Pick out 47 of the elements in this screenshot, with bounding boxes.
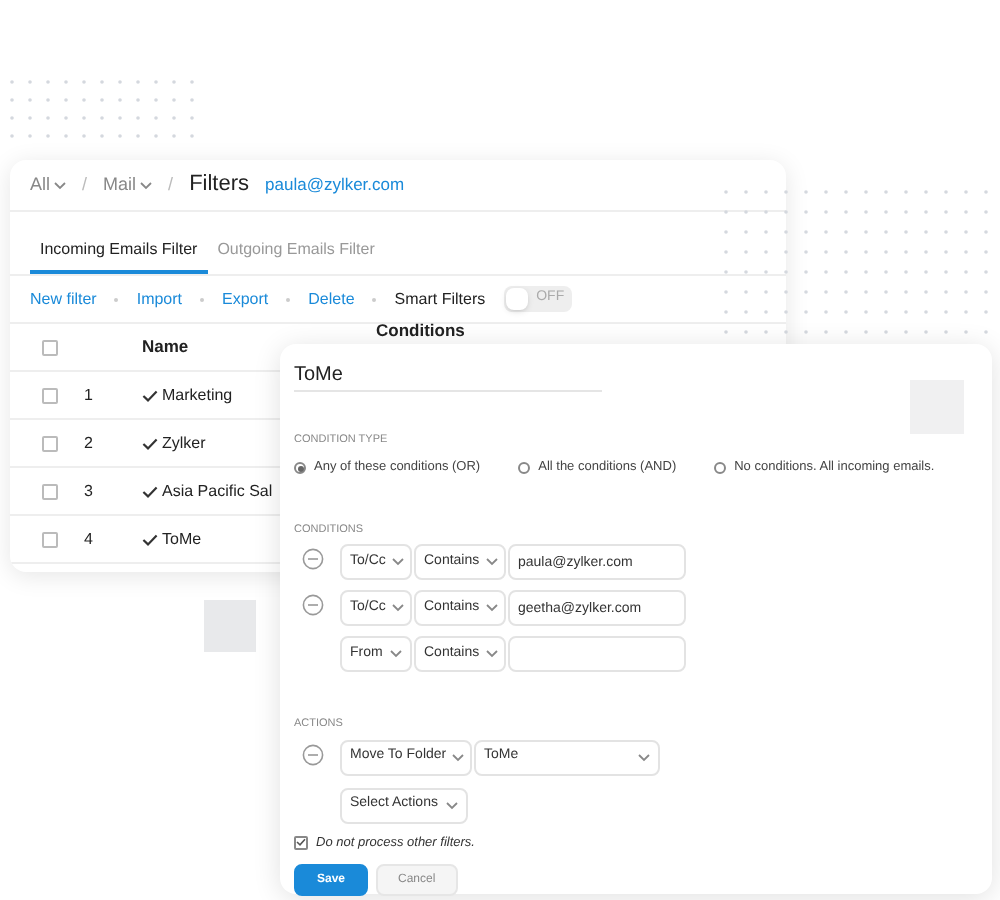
smart-filters-label: Smart Filters [394, 287, 486, 311]
filter-name[interactable]: Zylker [162, 431, 206, 455]
breadcrumb-dropdown[interactable]: All [30, 171, 67, 199]
select-all-checkbox[interactable] [42, 339, 58, 355]
filter-name-field[interactable]: ToMe [294, 360, 602, 392]
chevron-down-icon [391, 558, 404, 567]
toolbar-link[interactable]: New filter [30, 287, 97, 311]
filter-tab[interactable]: Incoming Emails Filter [30, 238, 208, 274]
chevron-down-icon [485, 650, 498, 659]
chevron-down-icon [390, 650, 402, 659]
column-header: Name [142, 334, 191, 360]
breadcrumb-dropdown[interactable]: Mail [103, 171, 153, 199]
row-number: 3 [84, 479, 95, 503]
toolbar-link[interactable]: Export [222, 287, 269, 311]
chevron-down-icon [485, 604, 498, 613]
breadcrumb-separator: / [82, 171, 88, 198]
toolbar-link[interactable]: Delete [308, 287, 355, 311]
filter-name[interactable]: Asia Pacific Sal [162, 479, 273, 503]
account-email: paula@zylker.com [265, 172, 405, 198]
chevron-down-icon [452, 753, 465, 761]
page-title: Filters [189, 170, 250, 201]
row-checkbox[interactable] [42, 531, 58, 547]
filter-name[interactable]: ToMe [162, 527, 202, 551]
radio-button[interactable] [714, 462, 727, 475]
row-checkbox[interactable] [42, 387, 58, 403]
row-number: 2 [84, 431, 95, 455]
chevron-down-icon [638, 753, 650, 761]
chevron-down-icon [485, 558, 498, 567]
row-number: 4 [84, 527, 95, 551]
breadcrumb-separator: / [168, 171, 174, 198]
radio-button[interactable] [294, 462, 306, 475]
chevron-down-icon [391, 604, 404, 613]
check-icon [296, 838, 306, 847]
toolbar-link[interactable]: Import [136, 287, 183, 311]
remove-icon[interactable] [302, 594, 324, 617]
row-number: 1 [84, 383, 95, 407]
remove-icon[interactable] [302, 743, 324, 765]
remove-icon[interactable] [302, 548, 324, 571]
filter-name[interactable]: Marketing [162, 383, 233, 407]
chevron-down-icon [446, 801, 458, 809]
column-header: Conditions [376, 322, 465, 340]
value-field[interactable] [508, 636, 686, 673]
decor-square [204, 600, 256, 652]
checkbox[interactable] [294, 835, 308, 850]
row-checkbox[interactable] [42, 435, 58, 451]
row-checkbox[interactable] [42, 483, 58, 499]
radio-button[interactable] [518, 462, 531, 475]
